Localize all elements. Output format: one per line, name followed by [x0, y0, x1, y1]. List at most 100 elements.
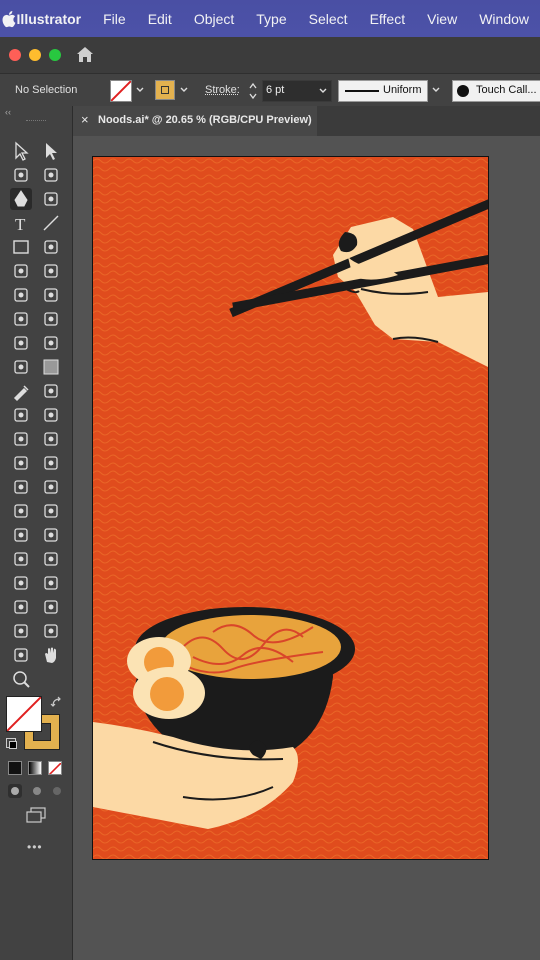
gradient-mode-icon[interactable]: [28, 761, 42, 775]
paintbrush-tool-icon[interactable]: [40, 236, 62, 258]
chevron-down-icon: [317, 85, 329, 97]
stroke-weight-field[interactable]: 6 pt: [262, 80, 332, 102]
home-icon[interactable]: [76, 46, 94, 68]
type-tool-icon[interactable]: T: [10, 212, 32, 234]
width-tool-icon[interactable]: [40, 452, 62, 474]
chevron-down-icon[interactable]: [134, 84, 146, 96]
selection-status: No Selection: [15, 84, 77, 96]
menu-select[interactable]: Select: [298, 11, 359, 27]
rotate-tool-icon[interactable]: [10, 284, 32, 306]
path-eraser-tool-icon[interactable]: [40, 524, 62, 546]
variable-width-profile[interactable]: Uniform: [338, 80, 428, 102]
column-graph-tool-icon[interactable]: [40, 404, 62, 426]
perspective-grid-tool-icon[interactable]: [40, 332, 62, 354]
stroke-weight-value: 6 pt: [266, 84, 284, 96]
artwork: [93, 157, 488, 859]
blend-tool-icon[interactable]: [40, 380, 62, 402]
rectangle-tool-icon[interactable]: [10, 236, 32, 258]
close-tab-icon[interactable]: ×: [81, 112, 89, 127]
profile-label: Uniform: [383, 84, 422, 96]
none-mode-icon[interactable]: [48, 761, 62, 775]
smooth-tool-icon[interactable]: [10, 500, 32, 522]
minimize-window-button[interactable]: [29, 49, 41, 61]
chevron-down-icon[interactable]: [178, 84, 190, 96]
chevron-down-icon[interactable]: [430, 84, 442, 96]
menu-bar: Illustrator File Edit Object Type Select…: [0, 0, 540, 37]
free-transform-tool-icon[interactable]: [40, 308, 62, 330]
pattern-tool-icon[interactable]: [40, 476, 62, 498]
artboard[interactable]: [92, 156, 489, 860]
brush-definition[interactable]: Touch Call...: [452, 80, 540, 102]
menu-effect[interactable]: Effect: [359, 11, 417, 27]
eyedropper-alt-tool-icon[interactable]: [10, 644, 32, 666]
hand-tool-icon[interactable]: [40, 644, 62, 666]
anchor-point-tool-icon[interactable]: [40, 596, 62, 618]
brush-label: Touch Call...: [476, 84, 537, 96]
scale-tool-icon[interactable]: [40, 284, 62, 306]
document-tab-bar: × Noods.ai* @ 20.65 % (RGB/CPU Preview): [72, 106, 540, 136]
zoom-tool-icon[interactable]: [10, 668, 32, 690]
shaper-tool-icon[interactable]: [10, 260, 32, 282]
document-tab[interactable]: × Noods.ai* @ 20.65 % (RGB/CPU Preview): [72, 106, 317, 136]
spiral-tool-icon[interactable]: [40, 548, 62, 570]
apple-icon[interactable]: [0, 10, 17, 28]
slice-tool-icon[interactable]: [40, 428, 62, 450]
menu-app-name[interactable]: Illustrator: [17, 11, 93, 27]
stroke-stepper[interactable]: [248, 81, 258, 101]
selection-tool-icon[interactable]: [10, 140, 32, 162]
gradient-tool-icon[interactable]: [40, 356, 62, 378]
shape-builder-tool-icon[interactable]: [10, 332, 32, 354]
magic-wand-tool-icon[interactable]: [10, 164, 32, 186]
tools-panel: ‹‹ T •••: [0, 106, 73, 960]
panel-grip[interactable]: [26, 120, 46, 123]
measure-tool-icon[interactable]: [10, 620, 32, 642]
eyedropper-tool-icon[interactable]: [10, 380, 32, 402]
pen-tool-icon[interactable]: [10, 188, 32, 210]
zoom-window-button[interactable]: [49, 49, 61, 61]
swap-colors-icon[interactable]: [50, 696, 64, 710]
close-window-button[interactable]: [9, 49, 21, 61]
fill-color-swatch[interactable]: [110, 80, 132, 102]
shape-tool-icon[interactable]: [10, 548, 32, 570]
bristle-brush-tool-icon[interactable]: [10, 524, 32, 546]
stroke-color-swatch[interactable]: [155, 80, 175, 100]
menu-edit[interactable]: Edit: [137, 11, 183, 27]
profile-line-icon: [345, 90, 379, 92]
stroke-label[interactable]: Stroke:: [205, 84, 240, 96]
control-bar: No Selection Stroke: 6 pt Uniform Touch …: [0, 73, 540, 108]
menu-object[interactable]: Object: [183, 11, 245, 27]
svg-text:T: T: [15, 215, 26, 234]
color-mode-icon[interactable]: [8, 761, 22, 775]
draw-normal-icon[interactable]: [8, 784, 22, 798]
menu-file[interactable]: File: [92, 11, 137, 27]
screen-mode-icon[interactable]: [24, 806, 48, 826]
document-tab-title: Noods.ai* @ 20.65 % (RGB/CPU Preview): [98, 114, 312, 126]
line-segment-tool-icon[interactable]: [40, 212, 62, 234]
print-tiling-tool-icon[interactable]: [40, 620, 62, 642]
fill-swatch[interactable]: [6, 696, 42, 732]
brush-dot-icon: [457, 85, 469, 97]
polar-grid-tool-icon[interactable]: [10, 572, 32, 594]
menu-window[interactable]: Window: [468, 11, 540, 27]
edit-toolbar-icon[interactable]: •••: [27, 840, 43, 854]
scissors-tool-icon[interactable]: [40, 260, 62, 282]
symbol-sprayer-tool-icon[interactable]: [10, 404, 32, 426]
draw-inside-icon[interactable]: [50, 784, 64, 798]
window-title-bar: [0, 37, 540, 73]
default-colors-icon[interactable]: [6, 738, 16, 748]
direct-selection-tool-icon[interactable]: [40, 140, 62, 162]
mesh-tool-icon[interactable]: [10, 356, 32, 378]
artboard-tool-icon[interactable]: [10, 428, 32, 450]
collapse-panel-icon[interactable]: ‹‹: [5, 107, 11, 117]
menu-view[interactable]: View: [416, 11, 468, 27]
knife-tool-icon[interactable]: [10, 596, 32, 618]
puppet-warp-tool-icon[interactable]: [10, 452, 32, 474]
curvature-tool-icon[interactable]: [40, 188, 62, 210]
draw-behind-icon[interactable]: [30, 784, 44, 798]
eraser-tool-icon[interactable]: [10, 476, 32, 498]
menu-type[interactable]: Type: [245, 11, 297, 27]
join-tool-icon[interactable]: [40, 500, 62, 522]
lasso-tool-icon[interactable]: [40, 164, 62, 186]
warp-tool-icon[interactable]: [10, 308, 32, 330]
reshape-tool-icon[interactable]: [40, 572, 62, 594]
